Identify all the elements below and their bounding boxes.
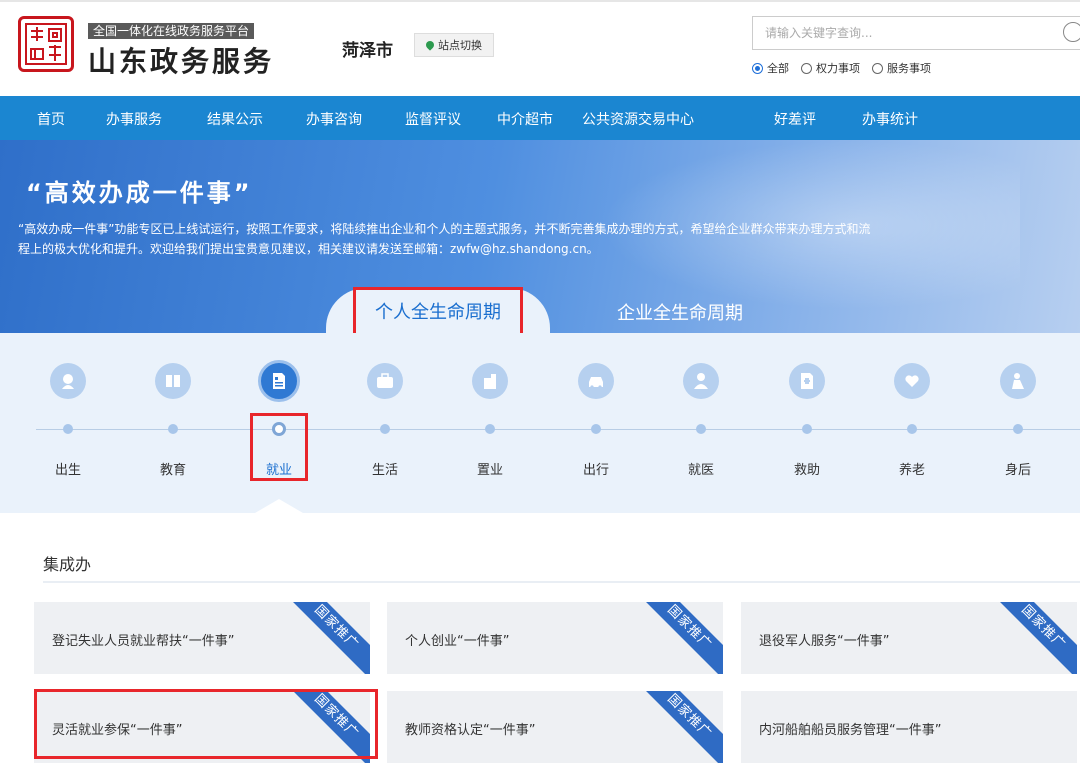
heart-hands-icon[interactable]	[894, 363, 930, 399]
radio-all[interactable]: 全部	[752, 60, 789, 76]
timeline-dot	[63, 424, 73, 434]
radio-label: 权力事项	[816, 62, 860, 75]
banner-description-line: “高效办成一件事”功能专区已上线试运行，按照工作要求，将陆续推出企业和个人的主题…	[18, 222, 871, 236]
stage-label[interactable]: 就医	[656, 459, 746, 478]
national-promotion-ribbon: 国家推广	[636, 691, 723, 763]
service-card-label: 灵活就业参保“一件事”	[52, 723, 183, 738]
section-divider	[43, 581, 1080, 583]
service-card[interactable]: 内河船舶船员服务管理“一件事”	[741, 691, 1077, 763]
service-card-label: 内河船舶船员服务管理“一件事”	[759, 723, 942, 738]
banner-title: “高效办成一件事”	[26, 179, 253, 207]
tab-enterprise-lifecycle[interactable]: 企业全生命周期	[580, 292, 780, 332]
radio-label: 服务事项	[887, 62, 931, 75]
nav-item-rating[interactable]: 好差评	[774, 109, 816, 129]
service-card[interactable]: 教师资格认定“一件事” 国家推广	[387, 691, 723, 763]
seal-glyph-icon	[25, 23, 67, 65]
timeline-dot	[485, 424, 495, 434]
service-card-label: 登记失业人员就业帮扶“一件事”	[52, 634, 235, 649]
hero-banner: “高效办成一件事” “高效办成一件事”功能专区已上线试运行，按照工作要求，将陆续…	[0, 140, 1080, 333]
nav-item-agency-market[interactable]: 中介超市	[497, 109, 553, 129]
timeline-dot	[907, 424, 917, 434]
radio-service-items[interactable]: 服务事项	[872, 60, 931, 76]
radio-unchecked-icon	[801, 62, 812, 74]
nav-item-consult[interactable]: 办事咨询	[306, 109, 362, 129]
service-card[interactable]: 登记失业人员就业帮扶“一件事” 国家推广	[34, 602, 370, 674]
service-card[interactable]: 个人创业“一件事” 国家推广	[387, 602, 723, 674]
resume-document-icon[interactable]	[258, 360, 300, 402]
integrated-service-section: 集成办 登记失业人员就业帮扶“一件事” 国家推广 个人创业“一件事” 国家推广 …	[18, 513, 1080, 765]
main-nav: 首页 办事服务 结果公示 办事咨询 监督评议 中介超市 公共资源交易中心 好差评…	[0, 96, 1080, 140]
service-card[interactable]: 灵活就业参保“一件事” 国家推广	[34, 691, 370, 763]
service-card-label: 退役军人服务“一件事”	[759, 634, 890, 649]
doctor-icon[interactable]	[683, 363, 719, 399]
stage-label[interactable]: 出行	[551, 459, 641, 478]
timeline-dot	[380, 424, 390, 434]
service-card[interactable]: 退役军人服务“一件事” 国家推广	[741, 602, 1077, 674]
stage-label[interactable]: 就业	[234, 459, 324, 478]
banner-description: “高效办成一件事”功能专区已上线试运行，按照工作要求，将陆续推出企业和个人的主题…	[18, 219, 1080, 259]
stage-label[interactable]: 生活	[340, 459, 430, 478]
stage-label[interactable]: 身后	[973, 459, 1063, 478]
person-icon[interactable]	[1000, 363, 1036, 399]
current-city: 菏泽市	[342, 41, 393, 61]
active-stage-pointer	[255, 499, 303, 513]
national-promotion-ribbon: 国家推广	[990, 602, 1077, 674]
timeline-dot	[591, 424, 601, 434]
site-switch-label: 站点切换	[438, 39, 482, 52]
tab-label: 企业全生命周期	[617, 303, 743, 324]
site-switch-button[interactable]: 站点切换	[414, 33, 494, 57]
tab-label: 个人全生命周期	[375, 301, 501, 323]
site-logo-seal-icon[interactable]	[18, 16, 74, 72]
search-box	[752, 16, 1080, 50]
site-header: 全国一体化在线政务服务平台 山东政务服务 菏泽市 站点切换 全部 权力事项 服务…	[0, 0, 1080, 96]
nav-item-public-trading[interactable]: 公共资源交易中心	[582, 109, 694, 129]
location-pin-icon	[424, 39, 436, 51]
radio-label: 全部	[767, 62, 789, 75]
search-icon[interactable]	[1063, 22, 1080, 42]
tab-personal-lifecycle[interactable]: 个人全生命周期	[326, 288, 550, 333]
platform-tag: 全国一体化在线政务服务平台	[88, 23, 255, 39]
section-title: 集成办	[43, 555, 92, 574]
timeline-line	[36, 429, 1080, 430]
nav-item-services[interactable]: 办事服务	[106, 109, 162, 129]
book-icon[interactable]	[155, 363, 191, 399]
radio-checked-icon	[752, 62, 763, 74]
life-stage-strip: 出生 教育 就业 生活 置业 出行 就医 救助 养老 身后	[0, 333, 1080, 513]
national-promotion-ribbon: 国家推广	[283, 691, 370, 763]
stage-label[interactable]: 置业	[445, 459, 535, 478]
site-title[interactable]: 山东政务服务	[88, 40, 274, 80]
briefcase-icon[interactable]	[367, 363, 403, 399]
assistance-document-icon[interactable]	[789, 363, 825, 399]
stage-label[interactable]: 救助	[762, 459, 852, 478]
building-icon[interactable]	[472, 363, 508, 399]
national-promotion-ribbon: 国家推广	[283, 602, 370, 674]
timeline-dot	[802, 424, 812, 434]
radio-unchecked-icon	[872, 62, 883, 74]
timeline-dot	[168, 424, 178, 434]
nav-item-supervision[interactable]: 监督评议	[405, 109, 461, 129]
stage-label[interactable]: 出生	[23, 459, 113, 478]
nav-item-statistics[interactable]: 办事统计	[862, 109, 918, 129]
baby-icon[interactable]	[50, 363, 86, 399]
car-icon[interactable]	[578, 363, 614, 399]
service-card-label: 个人创业“一件事”	[405, 634, 510, 649]
radio-power-items[interactable]: 权力事项	[801, 60, 860, 76]
search-scope-radios: 全部 权力事项 服务事项	[752, 60, 931, 76]
timeline-dot	[696, 424, 706, 434]
timeline-dot-active	[272, 422, 286, 436]
timeline-dot	[1013, 424, 1023, 434]
national-promotion-ribbon: 国家推广	[636, 602, 723, 674]
banner-description-line: 程上的极大优化和提升。欢迎给我们提出宝贵意见建议，相关建议请发送至邮箱：zwfw…	[18, 242, 599, 256]
stage-label[interactable]: 教育	[128, 459, 218, 478]
service-card-label: 教师资格认定“一件事”	[405, 723, 536, 738]
nav-item-home[interactable]: 首页	[37, 109, 65, 129]
nav-item-results[interactable]: 结果公示	[207, 109, 263, 129]
stage-label[interactable]: 养老	[867, 459, 957, 478]
search-input[interactable]	[765, 26, 1055, 40]
